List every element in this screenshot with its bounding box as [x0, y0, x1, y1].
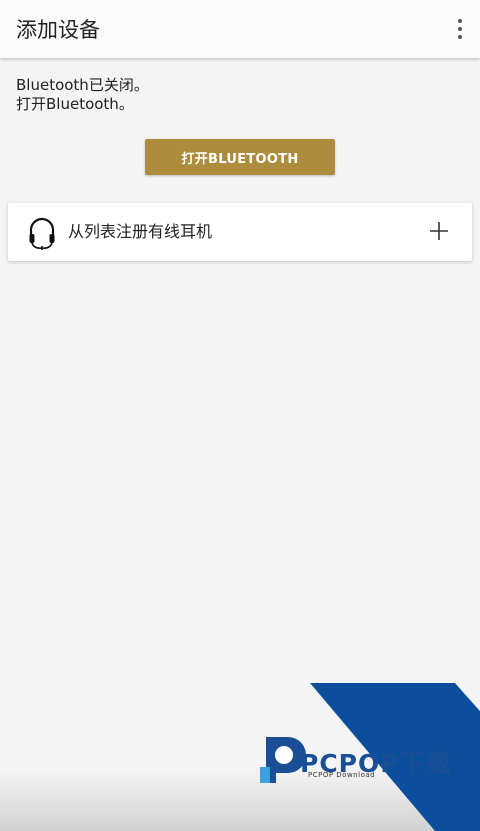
register-wired-headphone-label: 从列表注册有线耳机: [68, 222, 213, 241]
headphone-icon: [29, 217, 55, 250]
watermark-subtext: PCPOP Download: [308, 771, 376, 779]
more-vert-icon[interactable]: [450, 17, 470, 41]
app-bar: 添加设备: [0, 0, 480, 58]
plus-icon[interactable]: [430, 222, 448, 240]
register-wired-headphone-item[interactable]: 从列表注册有线耳机: [8, 203, 472, 261]
page-title: 添加设备: [16, 18, 100, 42]
bluetooth-status-line1: Bluetooth已关闭。: [16, 76, 149, 94]
bluetooth-status-line2: 打开Bluetooth。: [16, 95, 134, 113]
turn-on-bluetooth-button[interactable]: 打开BLUETOOTH: [145, 139, 335, 175]
bluetooth-status: Bluetooth已关闭。 打开Bluetooth。: [16, 76, 149, 114]
